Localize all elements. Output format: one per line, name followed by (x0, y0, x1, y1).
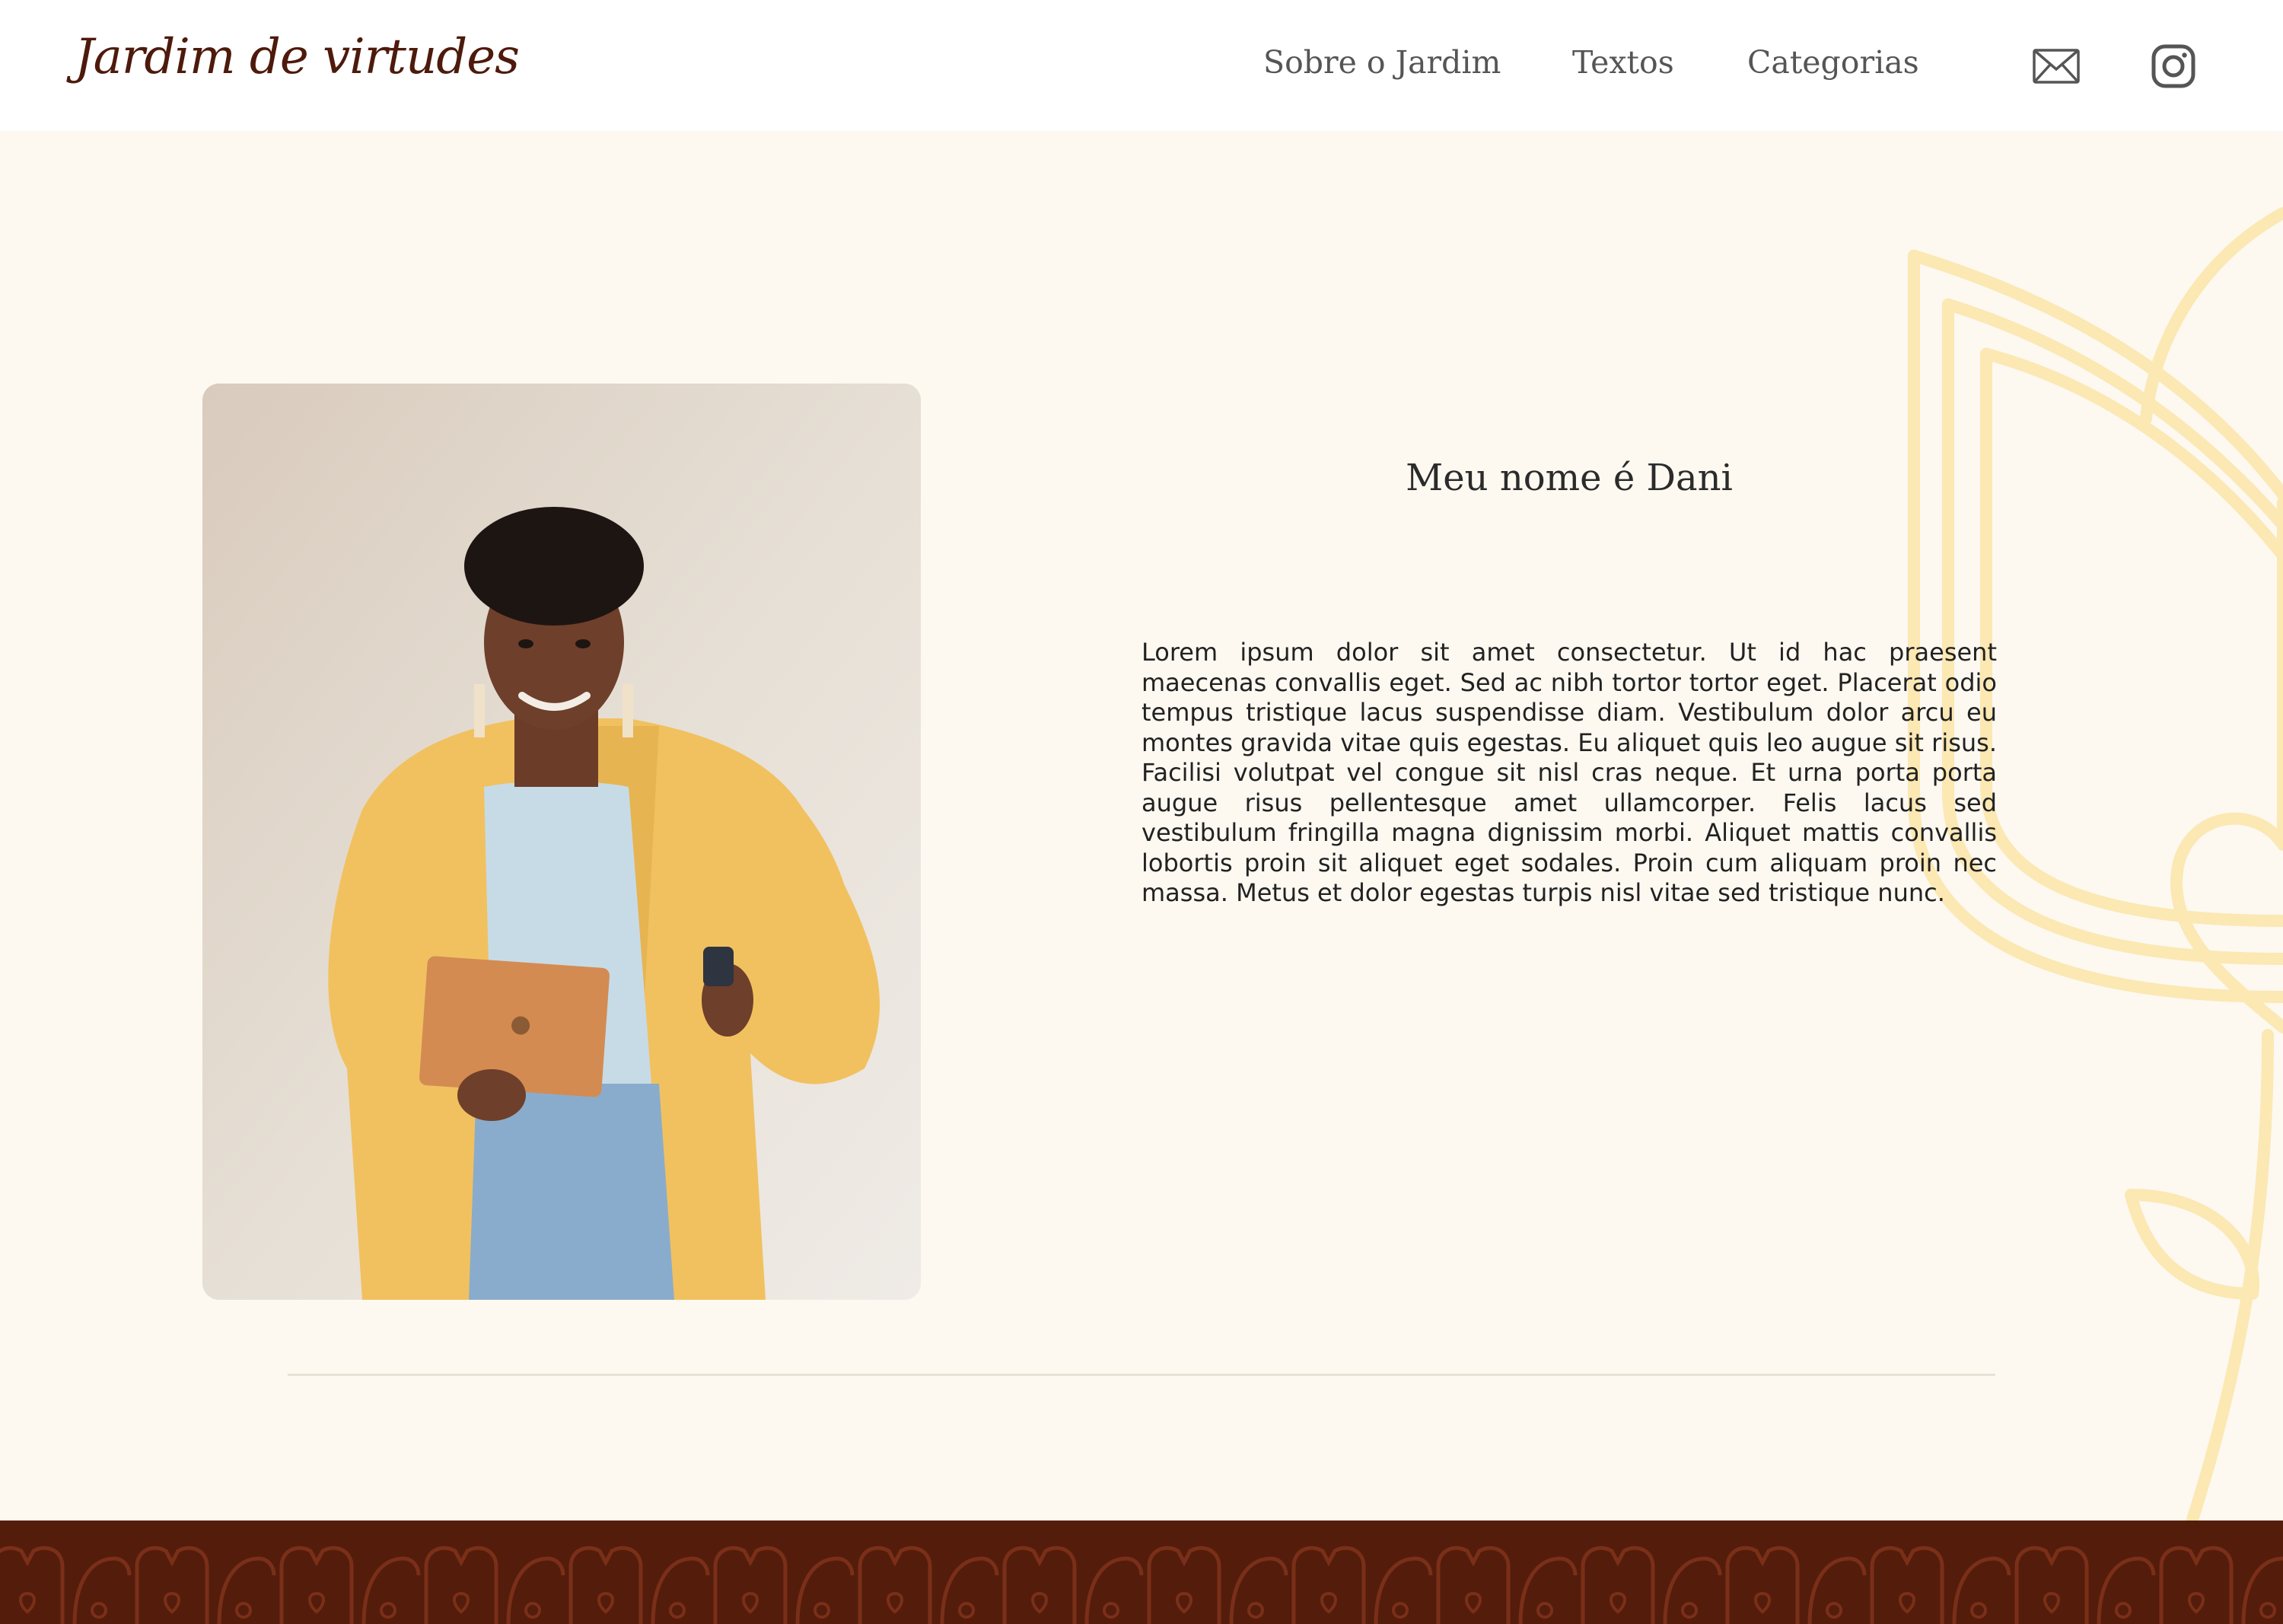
site-logo[interactable]: Jardim de virtudes (75, 29, 520, 85)
site-header: Jardim de virtudes Sobre o Jardim Textos… (0, 0, 2283, 131)
nav-link-about[interactable]: Sobre o Jardim (1263, 44, 1501, 81)
profile-title: Meu nome é Dani (1406, 457, 1733, 499)
mail-icon[interactable] (2029, 39, 2084, 94)
section-divider (288, 1374, 1995, 1376)
profile-bio: Lorem ipsum dolor sit amet consectetur. … (1142, 638, 1997, 907)
nav-link-categories[interactable]: Categorias (1747, 44, 1919, 81)
footer-tulip-pattern-icon (0, 1521, 2283, 1624)
instagram-icon[interactable] (2146, 39, 2201, 94)
nav-link-texts[interactable]: Textos (1572, 44, 1674, 81)
site-footer (0, 1521, 2283, 1624)
profile-photo (202, 384, 921, 1300)
